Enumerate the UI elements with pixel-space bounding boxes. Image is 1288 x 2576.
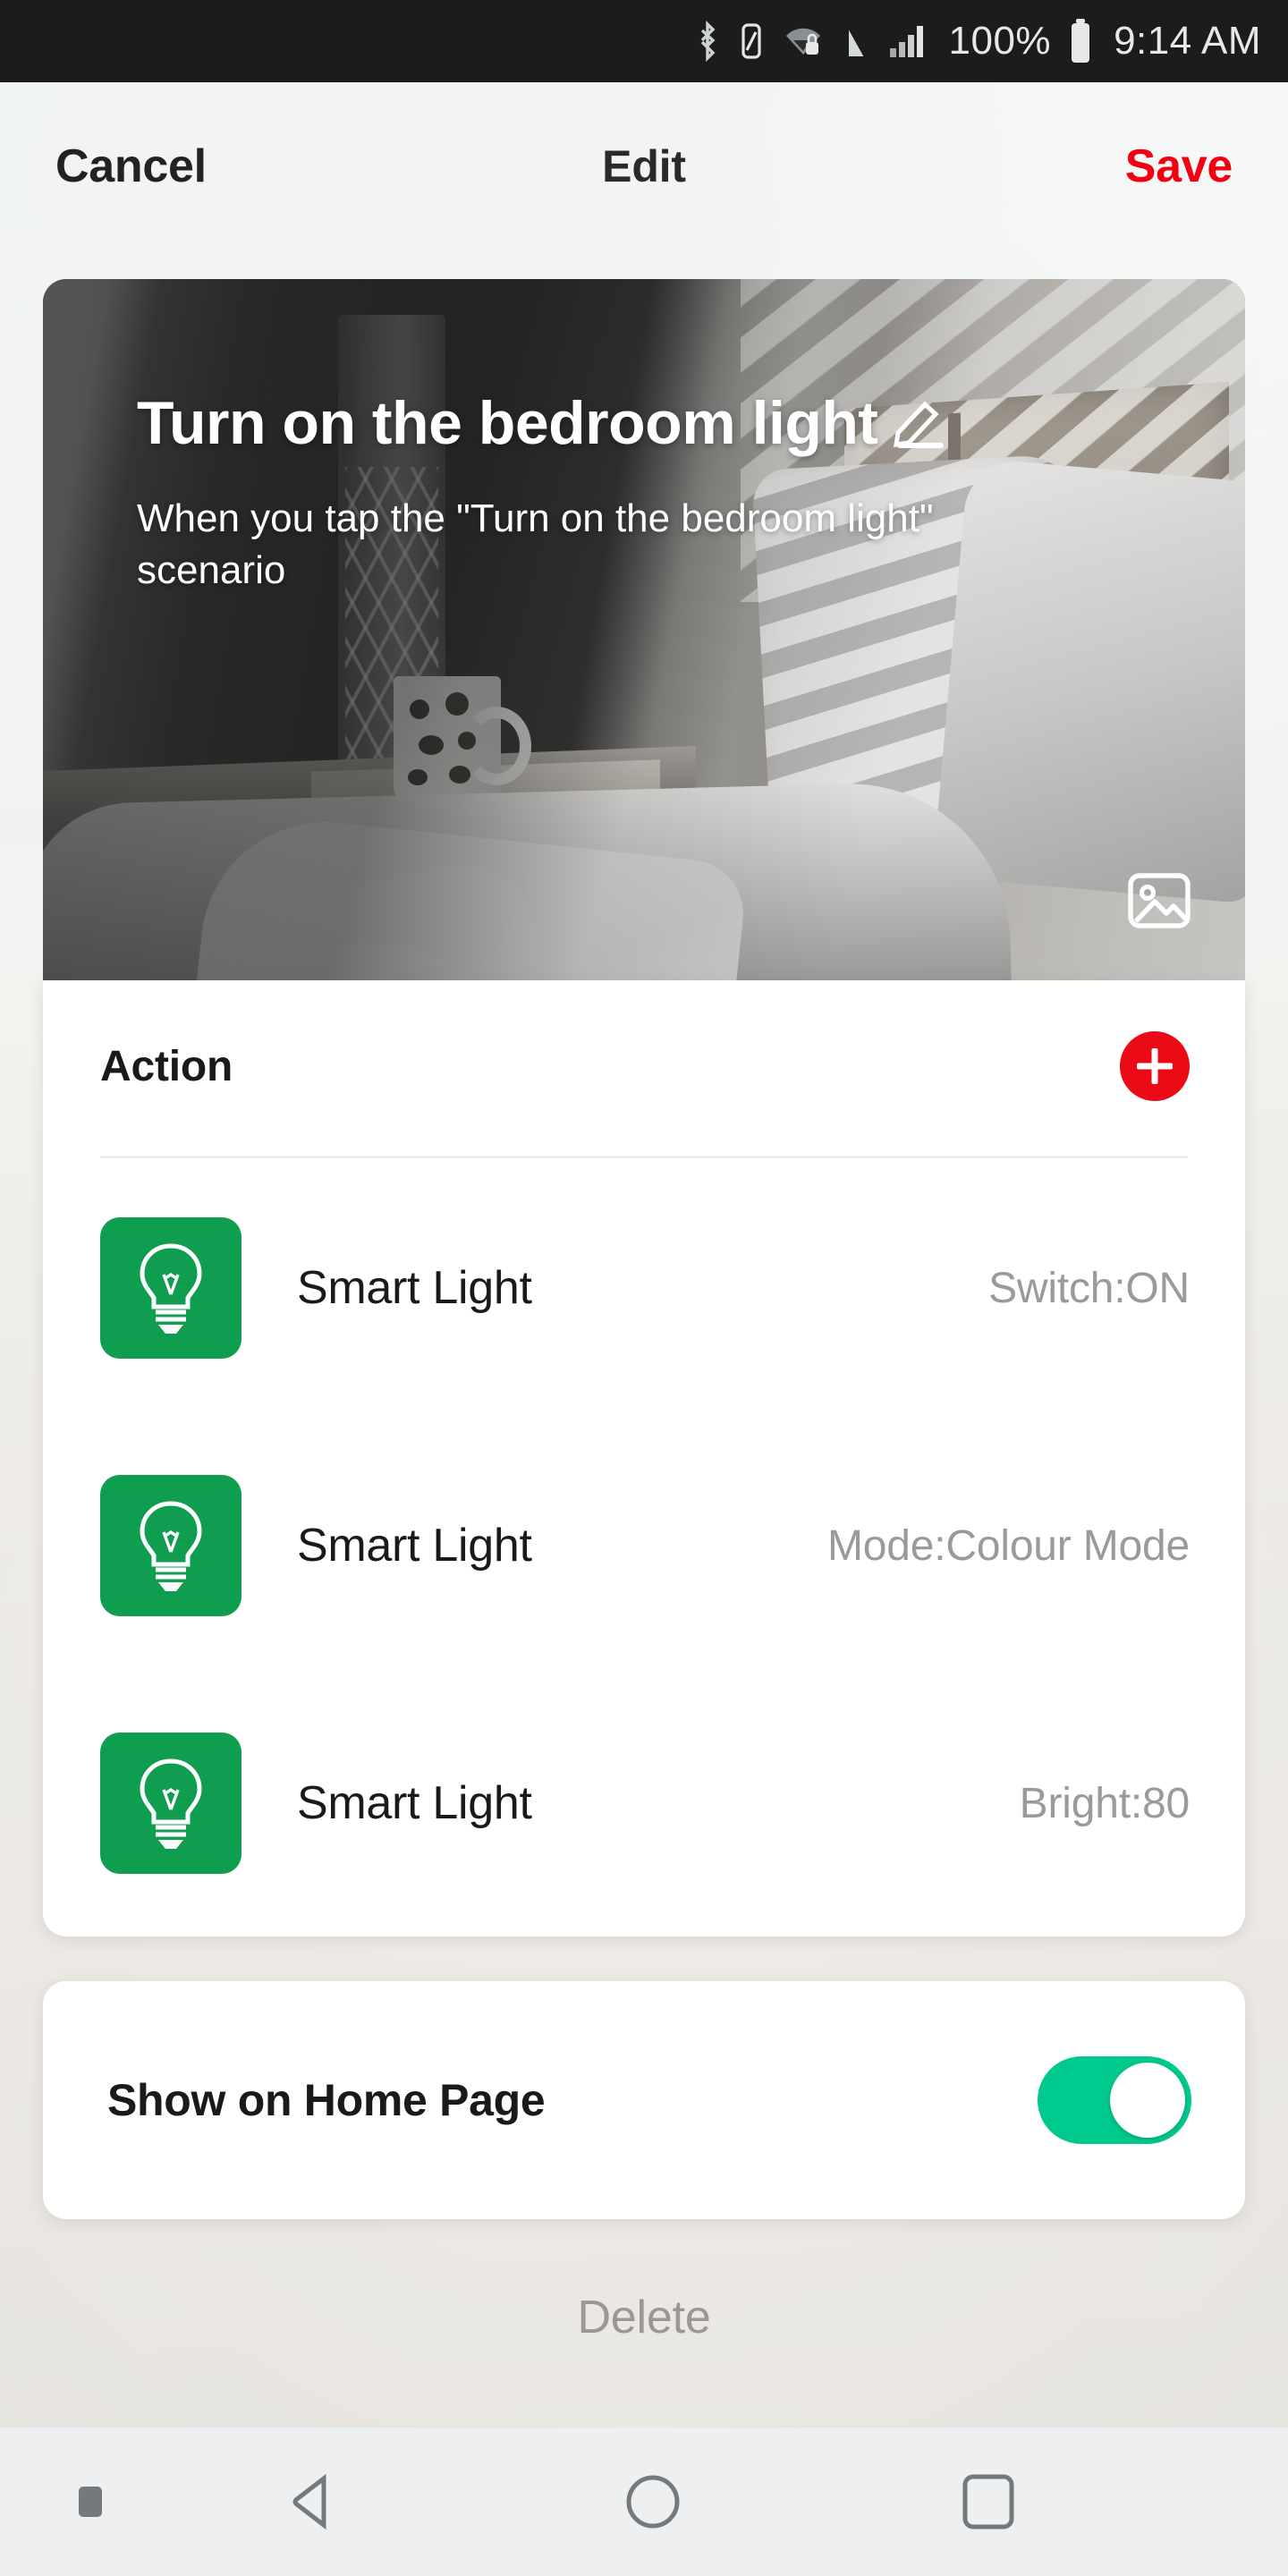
show-on-home-page-card: Show on Home Page <box>43 1981 1245 2219</box>
battery-percent-label: 100% <box>948 19 1052 63</box>
action-value: Switch:ON <box>988 1264 1190 1312</box>
status-bar-icons: 100% 9:14 AM <box>695 18 1261 64</box>
action-value: Bright:80 <box>1019 1779 1191 1827</box>
action-card: Action Smart Light Switch:ON Smart Light… <box>43 980 1245 1936</box>
home-circle-icon[interactable] <box>617 2466 689 2538</box>
light-bulb-icon <box>100 1475 242 1616</box>
table-row[interactable]: Smart Light Switch:ON <box>43 1159 1245 1417</box>
scenario-name: Turn on the bedroom light <box>137 386 1049 468</box>
action-section-title: Action <box>100 1042 233 1090</box>
scenario-description: When you tap the "Turn on the bedroom li… <box>137 496 934 593</box>
light-bulb-icon <box>100 1733 242 1874</box>
android-navigation-bar <box>0 2428 1288 2576</box>
page-title: Edit <box>602 141 686 191</box>
action-header: Action <box>43 980 1245 1152</box>
pencil-icon[interactable] <box>886 394 952 468</box>
light-bulb-icon <box>100 1217 242 1359</box>
action-name: Smart Light <box>297 1777 532 1829</box>
show-on-home-page-toggle[interactable] <box>1038 2056 1191 2144</box>
bluetooth-icon <box>695 21 720 62</box>
app-bar: Cancel Edit Save <box>0 82 1288 250</box>
status-bar-clock: 9:14 AM <box>1114 19 1261 63</box>
phone-screen: 100% 9:14 AM Cancel Edit Save Turn on th… <box>0 0 1288 2576</box>
action-divider <box>100 1156 1188 1158</box>
action-name: Smart Light <box>297 1262 532 1314</box>
image-icon[interactable] <box>1127 869 1191 934</box>
table-row[interactable]: Smart Light Bright:80 <box>43 1674 1245 1932</box>
status-bar: 100% 9:14 AM <box>0 0 1288 82</box>
signal-icon <box>888 21 926 62</box>
action-list: Smart Light Switch:ON Smart Light Mode:C… <box>43 1159 1245 1932</box>
nav-pin-icon[interactable] <box>79 2487 102 2517</box>
bedroom-photo <box>43 279 1245 980</box>
save-button[interactable]: Save <box>1125 140 1233 193</box>
recents-square-icon[interactable] <box>953 2466 1024 2538</box>
action-value: Mode:Colour Mode <box>826 1521 1190 1570</box>
vpn-icon <box>842 21 870 62</box>
battery-full-icon <box>1069 18 1092 64</box>
toggle-knob <box>1110 2063 1185 2138</box>
back-triangle-icon[interactable] <box>277 2466 349 2538</box>
scenario-name-text: Turn on the bedroom light <box>137 389 878 457</box>
delete-button[interactable]: Delete <box>0 2290 1288 2345</box>
cancel-button[interactable]: Cancel <box>55 140 207 193</box>
show-on-home-page-label: Show on Home Page <box>107 2075 546 2125</box>
hero-text-block: Turn on the bedroom light When you tap t… <box>137 386 1049 597</box>
scenario-hero-card[interactable]: Turn on the bedroom light When you tap t… <box>43 279 1245 980</box>
wifi-lock-icon <box>783 21 824 62</box>
action-name: Smart Light <box>297 1520 532 1572</box>
table-row[interactable]: Smart Light Mode:Colour Mode <box>43 1417 1245 1674</box>
nfc-icon <box>738 21 765 62</box>
add-action-button[interactable] <box>1120 1031 1190 1101</box>
